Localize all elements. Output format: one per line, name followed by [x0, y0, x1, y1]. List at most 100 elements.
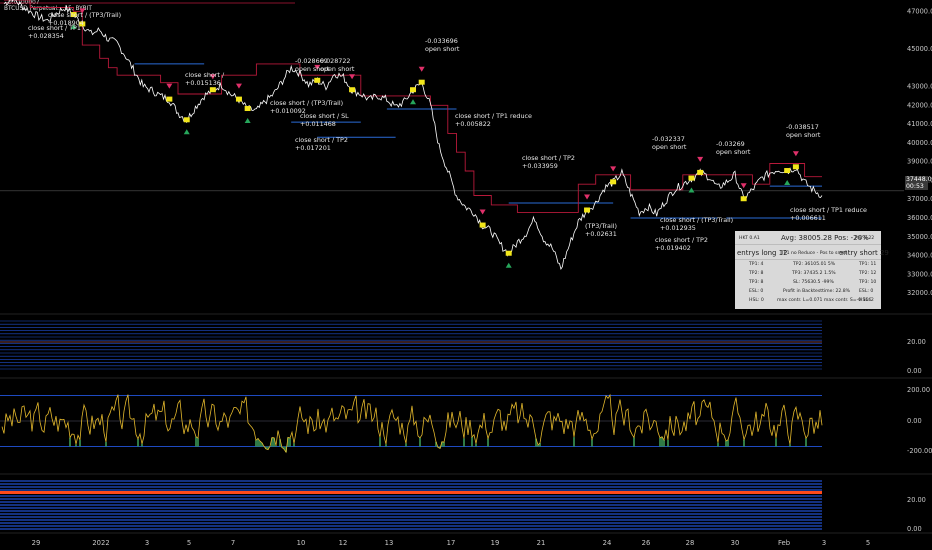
annotation-2-line-1: +0.015136 [185, 79, 221, 87]
sell-marker-14 [610, 166, 617, 172]
stats-hsl-long: HSL: 0 [749, 298, 764, 303]
grid [0, 2, 904, 192]
sell-marker-10 [418, 66, 425, 72]
time-tick-5: 10 [297, 539, 306, 547]
p3-fill [69, 436, 807, 453]
fill-dot-5 [235, 96, 242, 102]
price-tick-10: 35000.0 [907, 233, 932, 241]
annotation-8-line-1: open short [425, 45, 460, 53]
fill-dot-3 [183, 117, 190, 123]
stats-tp3-mid: TP3: 37435.2 1.5% [792, 271, 836, 276]
indicator-panels: 20.00 0.00 200.00 0.00 -200.00 20.00 0.00 [0, 313, 932, 534]
time-tick-17: 5 [866, 539, 870, 547]
p4-tick-0: 20.00 [907, 496, 926, 504]
annotation-15-line-1: open short [716, 148, 751, 156]
annotation-11-line-1: +0.02631 [585, 230, 617, 238]
price-tick-1: 45000.0 [907, 45, 932, 53]
annotation-1-line-0: close short / TP1 [28, 24, 81, 32]
buy-marker-12 [505, 262, 512, 268]
price-tick-3: 42000.0 [907, 101, 932, 109]
buy-marker-3 [183, 129, 190, 135]
p3-tick-1: 0.00 [907, 417, 922, 425]
time-tick-15: Feb [778, 539, 790, 547]
buy-marker-18 [784, 180, 791, 186]
stats-sl-mid: SL: 75630.5 -99% [793, 280, 834, 285]
stats-tp1-short: TP1: 11 [859, 262, 877, 267]
time-tick-12: 26 [642, 539, 651, 547]
annotation-10-line-0: close short / TP2 [522, 154, 575, 162]
fill-dot-7 [314, 77, 321, 83]
fill-dot-17 [740, 196, 747, 202]
stats-tp1-long: TP1: 4 [749, 262, 764, 267]
annotation-5-line-0: close short / (TP3/Trail) [270, 99, 343, 107]
price-tick-9: 36000.0 [907, 214, 932, 222]
annotation-11-line-0: (TP3/Trail) [585, 222, 617, 230]
time-tick-0: 29 [32, 539, 41, 547]
stats-profit: Profit in Backtesttime: 22.8% [783, 289, 851, 294]
p4-tick-1: 0.00 [907, 525, 922, 533]
annotation-17-line-0: close short / TP1 reduce [790, 206, 867, 214]
stats-esl-short: ESL: 0 [859, 289, 874, 294]
price-tick-2: 43000.0 [907, 82, 932, 90]
price-series [3, 0, 823, 270]
stop-series [4, 0, 822, 213]
stats-tp2-short: TP2: 12 [859, 271, 877, 276]
p3-tick-2: -200.00 [907, 447, 932, 455]
time-tick-10: 21 [537, 539, 546, 547]
time-tick-16: 3 [822, 539, 826, 547]
stats-tp3-long: TP3: 8 [749, 280, 764, 285]
stats-tp2-long: TP2: 8 [749, 271, 764, 276]
stats-hk: HKT 0.A1 [739, 236, 760, 241]
annotation-9-line-0: close short / TP1 reduce [455, 112, 532, 120]
time-tick-8: 17 [447, 539, 456, 547]
fill-dot-13 [584, 207, 591, 213]
time-tick-7: 13 [385, 539, 394, 547]
p2-tick-1: 0.00 [907, 367, 922, 375]
stats-pl: P.V. 8.22 [855, 236, 875, 241]
sell-marker-5 [235, 83, 242, 89]
annotation-14-line-0: close short / TP2 [655, 236, 708, 244]
annotation-10-line-1: +0.033959 [522, 162, 558, 170]
time-tick-2: 3 [145, 539, 149, 547]
stop-line [4, 0, 822, 213]
price-tick-13: 32000.0 [907, 289, 932, 297]
stats-table: HKT 0.A1 Avg: 38005.28 Pos: -20% P.V. 8.… [735, 231, 889, 309]
stats-entries-short: entry short 29 [839, 249, 889, 257]
fill-dot-11 [479, 222, 486, 228]
price-tick-12: 33000.0 [907, 270, 932, 278]
fill-dot-2 [166, 96, 173, 102]
fill-dot-10 [418, 79, 425, 85]
annotation-17-line-1: +0.006611 [790, 214, 826, 222]
annotation-13-line-0: close short / (TP3/Trail) [660, 216, 733, 224]
buy-marker-9 [410, 99, 416, 105]
fill-dot-16 [697, 169, 704, 175]
sell-marker-2 [166, 83, 173, 89]
annotation-2-line-0: close short / [185, 71, 225, 79]
price-axis: 47000.0 45000.0 43000.0 42000.0 41000.0 40000… [907, 7, 932, 297]
current-price: 37448.0 [906, 176, 932, 183]
p3-line [1, 393, 823, 454]
p2-tick-0: 20.00 [907, 338, 926, 346]
fill-dot-18 [784, 168, 791, 174]
fill-dot-15 [688, 175, 695, 181]
time-tick-9: 19 [491, 539, 500, 547]
time-tick-11: 24 [603, 539, 612, 547]
annotation-1-line-1: +0.028354 [28, 32, 64, 40]
time-tick-6: 12 [339, 539, 348, 547]
annotation-4-line-0: 0.028722 [320, 57, 351, 65]
price-tick-8: 37000.0 [907, 195, 932, 203]
fill-dot-9 [410, 87, 416, 93]
sell-marker-13 [584, 194, 591, 200]
fill-dot-14 [610, 179, 617, 185]
sell-marker-17 [740, 183, 747, 189]
stats-tp1-reduce: TP1 no Reduce - Pos to small [781, 251, 848, 256]
price-line [3, 0, 823, 270]
stats-esl-long: ESL: 0 [749, 289, 764, 294]
time-axis: 29 2022 3 5 7 10 12 13 17 19 21 24 26 28 30 Feb 3 5 [32, 539, 870, 547]
time-tick-1: 2022 [92, 539, 109, 547]
p4-signal-strip [0, 491, 822, 494]
buy-marker-15 [688, 187, 695, 193]
annotation-4-line-1: open short [320, 65, 355, 73]
fill-dot-12 [505, 250, 512, 256]
annotation-16-line-0: -0.038517 [786, 123, 819, 131]
